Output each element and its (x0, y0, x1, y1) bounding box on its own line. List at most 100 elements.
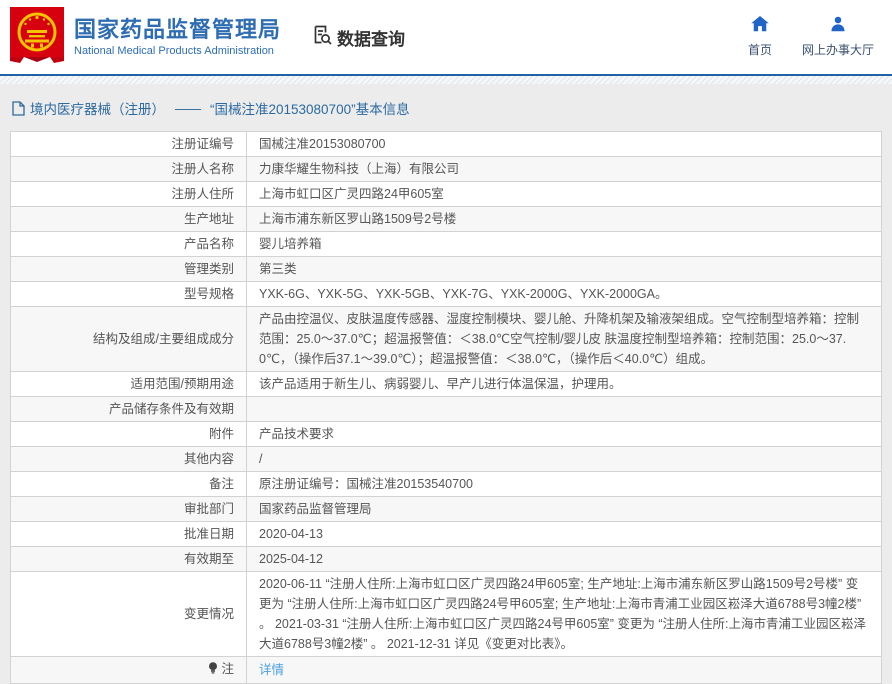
row-label-text: 生产地址 (184, 212, 234, 226)
row-label: 审批部门 (11, 497, 247, 522)
row-value: 产品技术要求 (247, 422, 882, 447)
row-value-text: 婴儿培养箱 (259, 237, 322, 251)
row-value: 上海市虹口区广灵四路24甲605室 (247, 182, 882, 207)
row-value-text: 力康华耀生物科技（上海）有限公司 (259, 162, 459, 176)
row-label: 注册证编号 (11, 132, 247, 157)
row-value-text: 2020-04-13 (259, 527, 323, 541)
table-row: 产品名称 婴儿培养箱 (11, 232, 882, 257)
table-row: 型号规格 YXK-6G、YXK-5G、YXK-5GB、YXK-7G、YXK-20… (11, 282, 882, 307)
row-label: 管理类别 (11, 257, 247, 282)
row-value-text: 产品由控温仪、皮肤温度传感器、湿度控制模块、婴儿舱、升降机架及输液架组成。空气控… (259, 312, 859, 366)
breadcrumb: 境内医疗器械（注册） —— “国械注准20153080700”基本信息 (0, 84, 892, 131)
data-query-section[interactable]: 数据查询 (311, 24, 405, 51)
row-label: 生产地址 (11, 207, 247, 232)
row-value: 原注册证编号：国械注准20153540700 (247, 472, 882, 497)
row-value-text: 2025-04-12 (259, 552, 323, 566)
table-row-note: 注 详情 (11, 657, 882, 684)
row-label: 批准日期 (11, 522, 247, 547)
bulb-icon (208, 661, 218, 681)
row-label-text: 其他内容 (184, 452, 234, 466)
row-value-text: 上海市虹口区广灵四路24甲605室 (259, 187, 444, 201)
row-value: 婴儿培养箱 (247, 232, 882, 257)
row-label-text: 备注 (209, 477, 234, 491)
row-value-text: / (259, 452, 262, 466)
row-value (247, 397, 882, 422)
row-label-text: 管理类别 (184, 262, 234, 276)
row-value-text: 国家药品监督管理局 (259, 502, 372, 516)
row-label: 有效期至 (11, 547, 247, 572)
row-label: 注册人名称 (11, 157, 247, 182)
nav-item-service-hall[interactable]: 网上办事大厅 (802, 16, 874, 58)
row-value-text: 第三类 (259, 262, 297, 276)
info-table-container: 注册证编号 国械注准20153080700 注册人名称 力康华耀生物科技（上海）… (0, 131, 892, 684)
row-label-text: 注册证编号 (171, 137, 234, 151)
row-value: 2025-04-12 (247, 547, 882, 572)
table-row: 管理类别 第三类 (11, 257, 882, 282)
row-value-text: 产品技术要求 (259, 427, 334, 441)
home-icon (751, 16, 769, 37)
row-label: 其他内容 (11, 447, 247, 472)
row-label-text: 产品储存条件及有效期 (109, 402, 234, 416)
breadcrumb-dash: —— (175, 101, 200, 116)
row-value: 该产品适用于新生儿、病弱婴儿、早产儿进行体温保温，护理用。 (247, 372, 882, 397)
nav-service-hall-label: 网上办事大厅 (802, 41, 874, 58)
table-row: 适用范围/预期用途 该产品适用于新生儿、病弱婴儿、早产儿进行体温保温，护理用。 (11, 372, 882, 397)
row-label: 产品名称 (11, 232, 247, 257)
national-emblem-icon (10, 7, 64, 68)
table-row: 注册人名称 力康华耀生物科技（上海）有限公司 (11, 157, 882, 182)
page-title: “国械注准20153080700”基本信息 (210, 98, 410, 118)
row-label-text: 审批部门 (184, 502, 234, 516)
table-row: 注册证编号 国械注准20153080700 (11, 132, 882, 157)
document-icon (12, 101, 25, 116)
row-label: 适用范围/预期用途 (11, 372, 247, 397)
row-label-text: 适用范围/预期用途 (131, 377, 234, 391)
row-label: 产品储存条件及有效期 (11, 397, 247, 422)
header-nav: 首页 网上办事大厅 (748, 16, 874, 58)
row-label-text: 注册人名称 (171, 162, 234, 176)
row-value-text: 上海市浦东新区罗山路1509号2号楼 (259, 212, 456, 226)
row-value: 国家药品监督管理局 (247, 497, 882, 522)
row-value: 第三类 (247, 257, 882, 282)
row-label-text: 变更情况 (184, 607, 234, 621)
nav-item-home[interactable]: 首页 (748, 16, 772, 58)
site-subtitle: National Medical Products Administration (74, 45, 281, 57)
row-label: 附件 (11, 422, 247, 447)
row-value: 产品由控温仪、皮肤温度传感器、湿度控制模块、婴儿舱、升降机架及输液架组成。空气控… (247, 307, 882, 372)
page-header: 国家药品监督管理局 National Medical Products Admi… (0, 0, 892, 76)
row-value: 国械注准20153080700 (247, 132, 882, 157)
row-value: 力康华耀生物科技（上海）有限公司 (247, 157, 882, 182)
table-row: 备注 原注册证编号：国械注准20153540700 (11, 472, 882, 497)
row-value-text: YXK-6G、YXK-5G、YXK-5GB、YXK-7G、YXK-2000G、Y… (259, 287, 667, 301)
header-hatch-divider (0, 76, 892, 84)
table-row: 其他内容 / (11, 447, 882, 472)
site-title: 国家药品监督管理局 (74, 17, 281, 43)
row-label-text: 有效期至 (184, 552, 234, 566)
table-row: 变更情况 2020-06-11 “注册人住所:上海市虹口区广灵四路24甲605室… (11, 572, 882, 657)
row-label-text: 结构及组成/主要组成成分 (93, 332, 234, 346)
row-value: / (247, 447, 882, 472)
details-link[interactable]: 详情 (259, 663, 284, 677)
registration-info-table: 注册证编号 国械注准20153080700 注册人名称 力康华耀生物科技（上海）… (10, 131, 882, 684)
row-label: 型号规格 (11, 282, 247, 307)
document-search-icon (311, 24, 333, 51)
table-row: 注册人住所 上海市虹口区广灵四路24甲605室 (11, 182, 882, 207)
table-row: 结构及组成/主要组成成分 产品由控温仪、皮肤温度传感器、湿度控制模块、婴儿舱、升… (11, 307, 882, 372)
row-label-text: 附件 (209, 427, 234, 441)
row-label: 变更情况 (11, 572, 247, 657)
table-row: 批准日期 2020-04-13 (11, 522, 882, 547)
row-label: 注册人住所 (11, 182, 247, 207)
row-value-text: 该产品适用于新生儿、病弱婴儿、早产儿进行体温保温，护理用。 (259, 377, 622, 391)
nav-home-label: 首页 (748, 41, 772, 58)
row-value: 上海市浦东新区罗山路1509号2号楼 (247, 207, 882, 232)
row-label: 结构及组成/主要组成成分 (11, 307, 247, 372)
table-row: 附件 产品技术要求 (11, 422, 882, 447)
breadcrumb-category[interactable]: 境内医疗器械（注册） (30, 98, 165, 118)
row-label-text: 批准日期 (184, 527, 234, 541)
row-label-text: 型号规格 (184, 287, 234, 301)
row-value: 2020-04-13 (247, 522, 882, 547)
nmpa-logo[interactable]: 国家药品监督管理局 National Medical Products Admi… (10, 7, 281, 68)
row-label: 注 (11, 657, 247, 684)
table-row: 产品储存条件及有效期 (11, 397, 882, 422)
row-value-text: 原注册证编号：国械注准20153540700 (259, 477, 473, 491)
row-value-text: 国械注准20153080700 (259, 137, 385, 151)
